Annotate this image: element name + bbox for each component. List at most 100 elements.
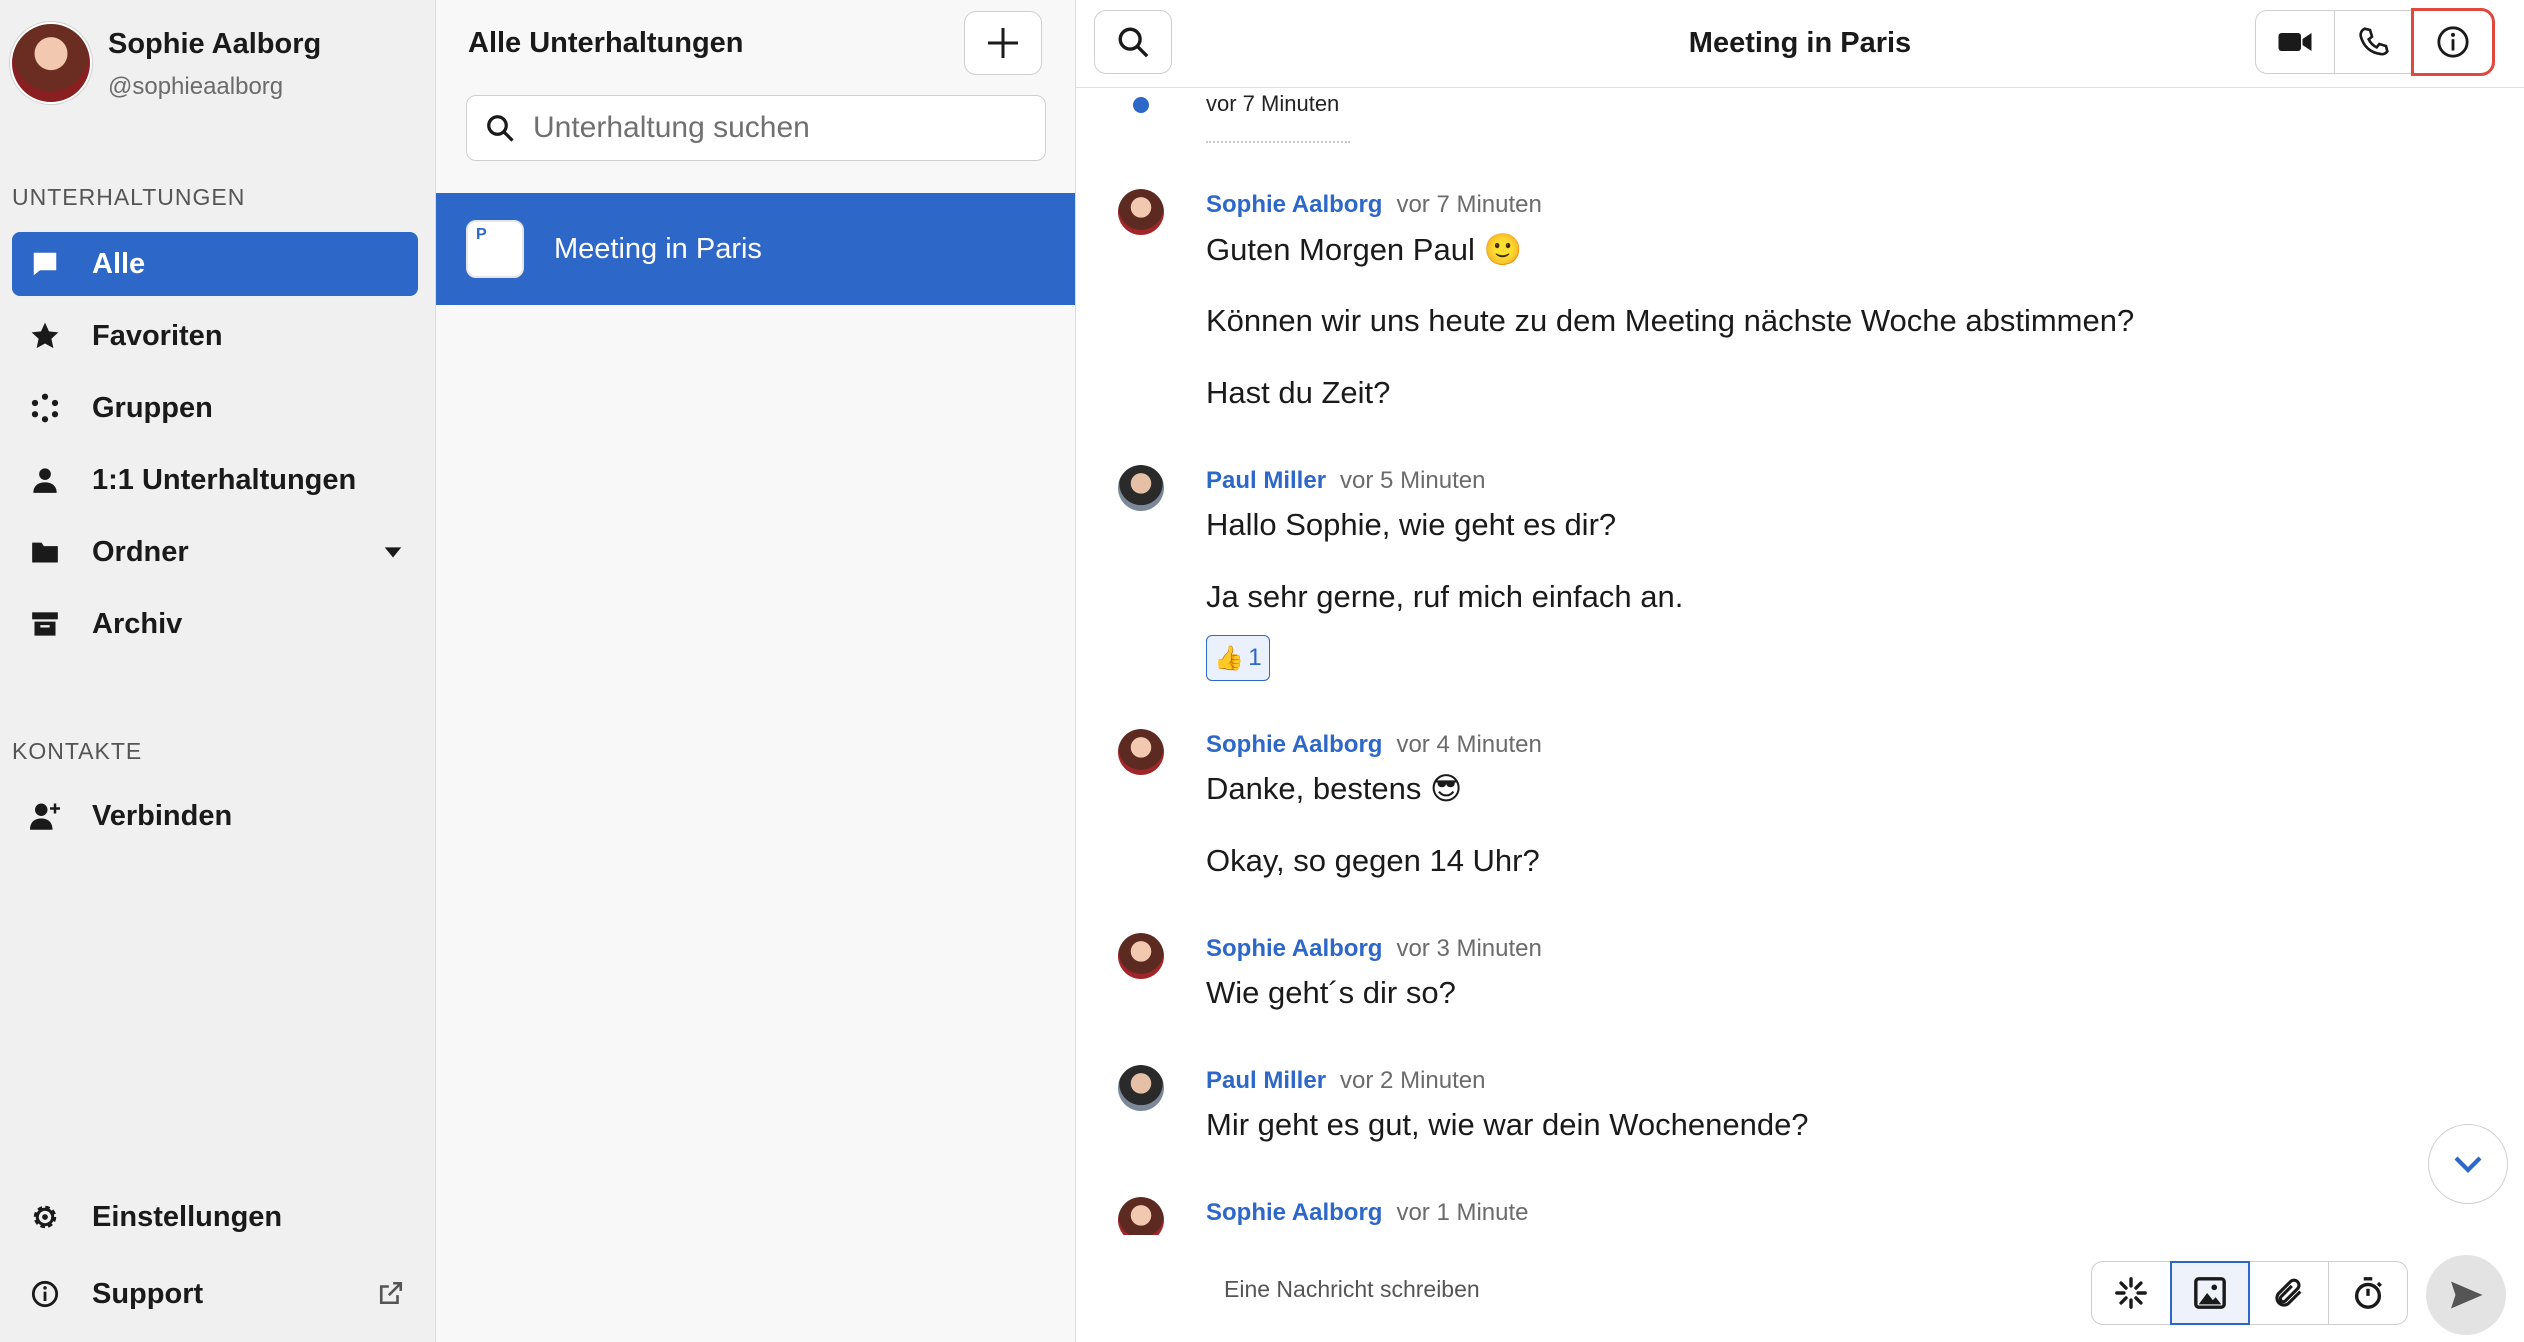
paperclip-icon — [2275, 1278, 2302, 1307]
reaction-badge[interactable]: 👍 1 — [1206, 635, 1270, 681]
info-icon — [2437, 26, 2469, 58]
audio-call-button[interactable] — [2334, 10, 2414, 74]
conversation-item[interactable]: P Meeting in Paris — [436, 193, 1075, 305]
sidebar-item-alle[interactable]: Alle — [12, 232, 418, 296]
ping-icon — [2115, 1277, 2147, 1309]
add-contact-icon — [28, 799, 62, 833]
sidebar-item-favoriten[interactable]: Favoriten — [12, 304, 418, 368]
avatar[interactable] — [1118, 729, 1164, 775]
folder-icon — [28, 535, 62, 569]
chevron-down-icon — [2454, 1156, 2482, 1173]
search-icon — [487, 115, 514, 142]
section-label-conversations: UNTERHALTUNGEN — [12, 184, 246, 210]
avatar[interactable] — [1118, 465, 1164, 511]
send-icon — [2451, 1281, 2483, 1309]
archive-icon — [28, 607, 62, 641]
attach-file-button[interactable] — [2249, 1261, 2329, 1325]
message-input[interactable] — [1224, 1265, 2124, 1313]
chat-bubble-icon — [28, 247, 62, 281]
message-time: vor 1 Minute — [1396, 1199, 1529, 1226]
message-list[interactable]: vor 7 Minuten Sophie Aalborg vor 7 Minute… — [1076, 89, 2524, 1235]
conversation-initial: P — [476, 226, 487, 243]
sidebar-item-label: Favoriten — [92, 319, 223, 352]
info-icon — [28, 1277, 62, 1311]
reaction-count: 1 — [1248, 644, 1262, 671]
star-icon — [28, 319, 62, 353]
new-conversation-button[interactable] — [964, 11, 1042, 75]
timed-message-button[interactable] — [2328, 1261, 2408, 1325]
message-author[interactable]: Sophie Aalborg — [1206, 191, 1382, 218]
image-upload-button[interactable] — [2170, 1261, 2250, 1325]
gear-icon — [28, 1200, 62, 1234]
message-text: Danke, bestens 😎 — [1206, 771, 1463, 806]
external-link-icon[interactable] — [378, 1280, 404, 1314]
chat-panel: Meeting in Paris vor 7 Minuten Sophie Aa… — [1076, 0, 2524, 1342]
conversation-list-panel: Alle Unterhaltungen P Meeting in Paris — [436, 0, 1076, 1342]
avatar[interactable] — [1118, 1197, 1164, 1235]
ping-button[interactable] — [2091, 1261, 2171, 1325]
conversation-search-input[interactable] — [533, 111, 1013, 145]
caret-down-icon[interactable] — [382, 538, 404, 571]
message-text: Hast du Zeit? — [1206, 375, 1391, 410]
message-text: Okay, so gegen 14 Uhr? — [1206, 843, 1540, 878]
composer-tools — [2091, 1261, 2408, 1325]
phone-icon — [2359, 27, 2389, 56]
avatar[interactable] — [10, 22, 92, 104]
conversation-list-title: Alle Unterhaltungen — [468, 27, 744, 59]
plus-icon — [988, 28, 1018, 58]
message-text: Mir geht es gut, wie war dein Wochenende… — [1206, 1107, 1809, 1142]
conversation-search[interactable] — [466, 95, 1046, 161]
sidebar-item-one-to-one[interactable]: 1:1 Unterhaltungen — [12, 448, 418, 512]
sidebar-item-ordner[interactable]: Ordner — [12, 520, 418, 584]
sidebar-item-archiv[interactable]: Archiv — [12, 592, 418, 656]
avatar[interactable] — [1118, 933, 1164, 979]
unread-marker-time: vor 7 Minuten — [1206, 91, 1340, 116]
message-text: Hallo Sophie, wie geht es dir? — [1206, 507, 1617, 542]
conversation-name: Meeting in Paris — [554, 232, 762, 265]
message-text: Guten Morgen Paul 🙂 — [1206, 232, 1523, 267]
person-icon — [28, 463, 62, 497]
sidebar-item-support[interactable]: Support — [12, 1262, 418, 1326]
video-call-button[interactable] — [2255, 10, 2335, 74]
sidebar-item-label: Einstellungen — [92, 1200, 283, 1233]
message-author[interactable]: Paul Miller — [1206, 467, 1326, 494]
sidebar-item-label: Verbinden — [92, 799, 233, 832]
divider — [1206, 141, 1350, 143]
chat-header: Meeting in Paris — [1076, 0, 2524, 88]
message-author[interactable]: Sophie Aalborg — [1206, 935, 1382, 962]
thumbs-up-icon: 👍 — [1214, 644, 1245, 672]
sidebar-item-label: Gruppen — [92, 391, 213, 424]
message-composer — [1076, 1235, 2524, 1342]
send-button[interactable] — [2426, 1255, 2506, 1335]
message-text: Wie geht´s dir so? — [1206, 975, 1456, 1010]
message-time: vor 3 Minuten — [1396, 935, 1542, 962]
message-author[interactable]: Sophie Aalborg — [1206, 1199, 1382, 1226]
message-author[interactable]: Sophie Aalborg — [1206, 731, 1382, 758]
sidebar-item-verbinden[interactable]: Verbinden — [12, 784, 418, 848]
groups-icon — [28, 391, 62, 425]
message-time: vor 4 Minuten — [1396, 731, 1542, 758]
message-time: vor 7 Minuten — [1396, 191, 1542, 218]
sidebar-item-einstellungen[interactable]: Einstellungen — [12, 1185, 418, 1249]
scroll-to-bottom-button[interactable] — [2428, 1124, 2508, 1204]
message-author[interactable]: Paul Miller — [1206, 1067, 1326, 1094]
video-camera-icon — [2278, 33, 2312, 51]
sidebar-item-label: Support — [92, 1277, 204, 1310]
message-time: vor 2 Minuten — [1340, 1067, 1486, 1094]
section-label-contacts: KONTAKTE — [12, 738, 143, 764]
message-text: Können wir uns heute zu dem Meeting näch… — [1206, 303, 2135, 338]
image-icon — [2194, 1277, 2226, 1309]
sidebar-item-label: Alle — [92, 247, 146, 280]
profile-name: Sophie Aalborg — [108, 28, 322, 60]
call-button-group — [2255, 8, 2495, 76]
user-profile[interactable]: Sophie Aalborg @sophieaalborg — [10, 22, 321, 104]
message-time: vor 5 Minuten — [1340, 467, 1486, 494]
timer-icon — [2354, 1277, 2382, 1309]
sidebar: Sophie Aalborg @sophieaalborg UNTERHALTU… — [0, 0, 436, 1342]
avatar[interactable] — [1118, 1065, 1164, 1111]
conversation-info-button[interactable] — [2411, 8, 2495, 76]
sidebar-item-gruppen[interactable]: Gruppen — [12, 376, 418, 440]
unread-indicator — [1133, 97, 1149, 113]
avatar[interactable] — [1118, 189, 1164, 235]
profile-handle: @sophieaalborg — [108, 73, 284, 100]
